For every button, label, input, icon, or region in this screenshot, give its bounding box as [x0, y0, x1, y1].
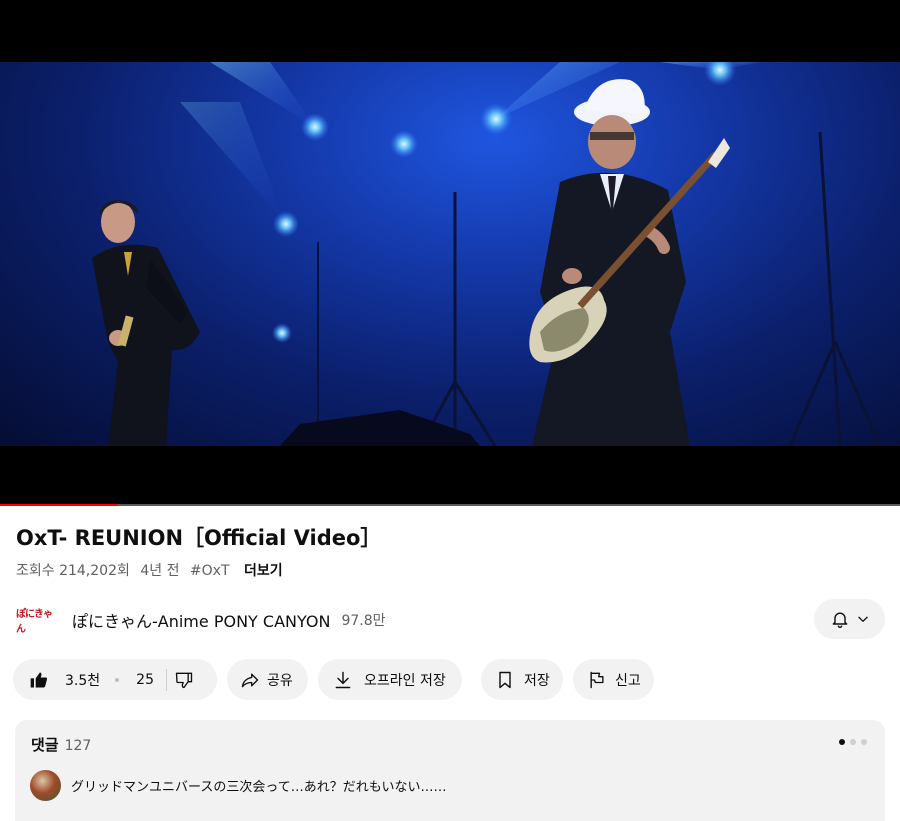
like-count: 3.5천	[65, 672, 101, 689]
subscriber-count: 97.8만	[341, 613, 386, 629]
download-label: 오프라인 저장	[364, 672, 446, 689]
left-performer	[92, 200, 200, 446]
bookmark-icon	[499, 671, 511, 688]
comments-label: 댓글	[31, 736, 59, 754]
view-count: 조회수 214,202회	[16, 563, 130, 579]
like-dislike-group: 3.5천 25	[13, 659, 217, 700]
more-button[interactable]: 더보기	[244, 563, 283, 579]
bell-icon	[832, 612, 847, 628]
share-button[interactable]: 공유	[227, 659, 308, 700]
video-player[interactable]	[0, 0, 900, 506]
chevron-down-icon	[857, 616, 868, 622]
thumbs-down-icon	[175, 672, 193, 688]
report-label: 신고	[615, 672, 641, 689]
channel-name[interactable]: ぽにきゃん-Anime PONY CANYON	[72, 608, 330, 632]
channel-avatar[interactable]: ぽにきゃん	[16, 609, 58, 635]
right-performer	[529, 79, 730, 446]
hashtag-link[interactable]: #OxT	[190, 563, 230, 579]
video-frame[interactable]	[0, 62, 900, 446]
concert-stage-image	[92, 62, 882, 446]
flag-icon	[590, 671, 604, 688]
video-info-panel: OxT- REUNION［Official Video］ 조회수 214,202…	[0, 506, 900, 821]
comments-section[interactable]: 댓글 127 グリッドマンユニバースの三次会って…あれ？だれもいない……	[15, 720, 885, 821]
divider	[165, 668, 167, 691]
save-label: 저장	[524, 672, 550, 689]
comments-count: 127	[64, 738, 92, 754]
thumbs-up-icon	[30, 672, 47, 687]
download-icon	[335, 671, 351, 688]
share-icon	[241, 673, 259, 687]
carousel-dots	[839, 739, 867, 745]
comments-header: 댓글 127	[31, 734, 91, 755]
comment-preview[interactable]: グリッドマンユニバースの三次会って…あれ？だれもいない……	[30, 770, 446, 801]
separator-dot	[115, 677, 120, 682]
upload-age: 4년 전	[140, 563, 180, 579]
share-label: 공유	[267, 672, 293, 689]
carousel-dot	[861, 739, 867, 745]
dislike-count: 25	[136, 671, 154, 688]
dislike-button[interactable]	[174, 670, 194, 690]
carousel-dot	[839, 739, 845, 745]
comment-text: グリッドマンユニバースの三次会って…あれ？だれもいない……	[71, 780, 447, 795]
download-button[interactable]: 오프라인 저장	[318, 659, 462, 700]
video-meta[interactable]: 조회수 214,202회 4년 전 #OxT 더보기	[16, 560, 289, 580]
commenter-avatar	[30, 770, 61, 801]
carousel-dot	[850, 739, 856, 745]
notification-button[interactable]	[814, 599, 885, 639]
like-button[interactable]: 3.5천	[13, 670, 100, 690]
report-button[interactable]: 신고	[573, 659, 654, 700]
channel-row[interactable]: ぽにきゃん ぽにきゃん-Anime PONY CANYON 97.8만	[16, 606, 386, 635]
save-button[interactable]: 저장	[481, 659, 563, 700]
video-title[interactable]: OxT- REUNION［Official Video］	[16, 522, 381, 552]
